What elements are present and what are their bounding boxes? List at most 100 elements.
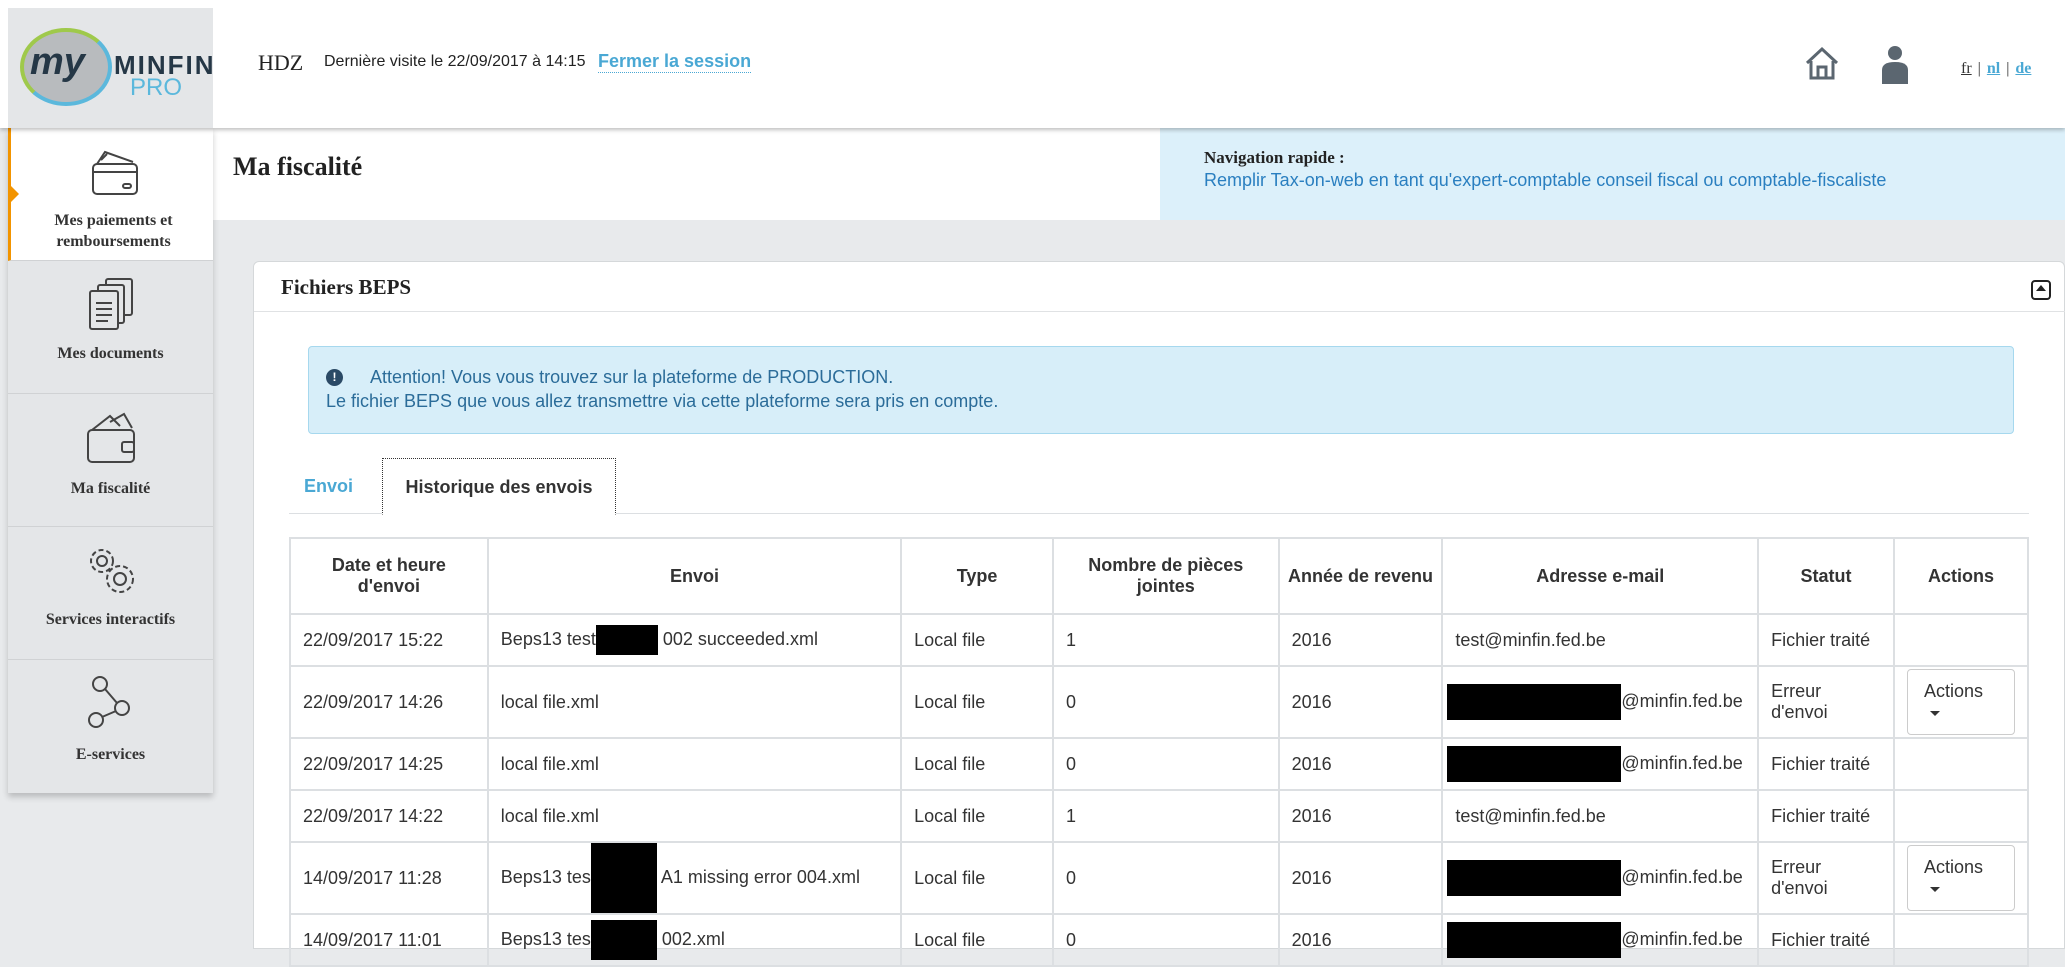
sidebar-item-payments[interactable]: Mes paiements et remboursements — [8, 128, 213, 261]
cell-envoi: Beps13 test 002 succeeded.xml — [486, 613, 903, 667]
redaction-block — [1447, 746, 1622, 782]
cell-envoi: local file.xml — [486, 737, 903, 791]
quick-nav-link[interactable]: Remplir Tax-on-web en tant qu'expert-com… — [1204, 170, 1886, 191]
cell-date: 22/09/2017 14:25 — [289, 737, 489, 791]
table-row: 22/09/2017 14:26 local file.xml Local fi… — [289, 665, 2030, 739]
logo-my-text: my — [30, 41, 85, 83]
actions-dropdown-button[interactable]: Actions — [1906, 845, 2015, 911]
cell-email: @minfin.fed.be — [1441, 737, 1760, 791]
envoi-text: 002.xml — [661, 928, 725, 949]
panel-title: Fichiers BEPS — [281, 275, 412, 299]
cell-type: Local file — [900, 613, 1054, 667]
cell-year: 2016 — [1277, 913, 1444, 967]
envoi-text: Beps13 test — [500, 628, 596, 649]
cell-status: Fichier traité — [1757, 913, 1895, 967]
caret-down-icon — [1929, 886, 1940, 892]
cell-year: 2016 — [1277, 665, 1444, 739]
wallet-icon — [87, 412, 135, 463]
page-title-bar: Ma fiscalité — [213, 128, 1160, 220]
panel-header: Fichiers BEPS — [254, 262, 2065, 312]
user-icon[interactable] — [1880, 44, 1910, 84]
cell-envoi: local file.xml — [486, 789, 903, 843]
tabs: Envoi Historique des envois — [289, 458, 2029, 515]
sidebar-item-eservices[interactable]: E-services — [8, 660, 213, 793]
cell-date: 22/09/2017 15:22 — [289, 613, 489, 667]
beps-files-panel: Fichiers BEPS ! Attention! Vous vous tro… — [253, 261, 2065, 967]
cell-email: test@minfin.fed.be — [1441, 613, 1760, 667]
sidebar-item-tax[interactable]: Ma fiscalité — [8, 394, 213, 527]
table-row: 22/09/2017 14:25 local file.xml Local fi… — [289, 737, 2030, 791]
cell-date: 14/09/2017 11:01 — [289, 913, 489, 967]
language-switcher: fr | nl | de — [1961, 60, 2032, 77]
exclamation-icon: ! — [326, 369, 343, 386]
payment-card-icon — [92, 150, 138, 195]
cell-pieces: 0 — [1051, 737, 1280, 791]
cell-date: 22/09/2017 14:26 — [289, 665, 489, 739]
quick-nav-label: Navigation rapide : — [1204, 148, 1345, 167]
redaction-block — [590, 843, 657, 913]
cell-actions: Actions — [1892, 841, 2030, 915]
col-header-envoi[interactable]: Envoi — [486, 537, 903, 615]
actions-dropdown-button[interactable]: Actions — [1906, 669, 2015, 735]
cell-actions — [1892, 789, 2030, 843]
tab-envoi[interactable]: Envoi — [304, 476, 353, 497]
cell-actions — [1892, 613, 2030, 667]
cell-pieces: 0 — [1051, 913, 1280, 967]
collapse-icon[interactable] — [2031, 280, 2051, 300]
cell-pieces: 1 — [1051, 789, 1280, 843]
cell-envoi: local file.xml — [486, 665, 903, 739]
envoi-text: Beps13 tes — [500, 928, 591, 949]
actions-label: Actions — [1923, 857, 1983, 877]
envoi-text: 002 succeeded.xml — [662, 628, 818, 649]
user-name: HDZ — [258, 50, 304, 75]
alert-line-2: Le fichier BEPS que vous allez transmett… — [326, 391, 999, 411]
cell-pieces: 1 — [1051, 613, 1280, 667]
col-header-status[interactable]: Statut — [1757, 537, 1895, 615]
col-header-type[interactable]: Type — [900, 537, 1054, 615]
cell-year: 2016 — [1277, 789, 1444, 843]
cell-envoi: Beps13 tes 002.xml — [486, 913, 903, 967]
cell-email: @minfin.fed.be — [1441, 665, 1760, 739]
cell-year: 2016 — [1277, 841, 1444, 915]
logout-link[interactable]: Fermer la session — [598, 51, 752, 73]
redaction-block — [595, 625, 658, 655]
table-header-row: Date et heure d'envoi Envoi Type Nombre … — [289, 537, 2030, 615]
cell-date: 22/09/2017 14:22 — [289, 789, 489, 843]
cell-actions — [1892, 737, 2030, 791]
cell-year: 2016 — [1277, 613, 1444, 667]
gears-icon — [90, 549, 134, 593]
lang-nl[interactable]: nl — [1987, 60, 2000, 77]
cell-pieces: 0 — [1051, 665, 1280, 739]
col-header-pieces[interactable]: Nombre de pièces jointes — [1051, 537, 1280, 615]
cell-actions — [1892, 913, 2030, 967]
history-table: Date et heure d'envoi Envoi Type Nombre … — [289, 537, 2030, 967]
lang-fr[interactable]: fr — [1961, 60, 1972, 77]
redaction-block — [590, 920, 657, 960]
caret-down-icon — [1929, 710, 1940, 716]
cell-date: 14/09/2017 11:28 — [289, 841, 489, 915]
redaction-block — [1447, 684, 1622, 720]
share-nodes-icon — [88, 676, 130, 728]
cell-email: @minfin.fed.be — [1441, 913, 1760, 967]
sidebar-item-interactive-services[interactable]: Services interactifs — [8, 527, 213, 660]
lang-de[interactable]: de — [2015, 60, 2031, 77]
active-marker — [11, 186, 19, 202]
sidebar-item-label: Services interactifs — [45, 611, 176, 628]
logo[interactable]: my MINFIN PRO — [8, 8, 214, 128]
logo-pro-text: PRO — [130, 74, 183, 101]
home-icon[interactable] — [1803, 44, 1841, 82]
tab-history[interactable]: Historique des envois — [382, 458, 616, 515]
col-header-year[interactable]: Année de revenu — [1277, 537, 1444, 615]
top-header: my MINFIN PRO HDZ Dernière visite le 22/… — [0, 0, 2065, 128]
cell-email: test@minfin.fed.be — [1441, 789, 1760, 843]
sidebar: Mes paiements et remboursements Mes docu… — [8, 128, 213, 793]
cell-actions: Actions — [1892, 665, 2030, 739]
cell-status: Erreur d'envoi — [1757, 841, 1895, 915]
col-header-email[interactable]: Adresse e-mail — [1441, 537, 1760, 615]
sidebar-item-documents[interactable]: Mes documents — [8, 261, 213, 394]
col-header-date[interactable]: Date et heure d'envoi — [289, 537, 489, 615]
sidebar-item-label: Mes paiements et remboursements — [54, 212, 173, 250]
table-row: 14/09/2017 11:28 Beps13 tes A1 missing e… — [289, 841, 2030, 915]
table-row: 14/09/2017 11:01 Beps13 tes 002.xml Loca… — [289, 913, 2030, 967]
sidebar-item-label: Mes documents — [57, 345, 164, 362]
